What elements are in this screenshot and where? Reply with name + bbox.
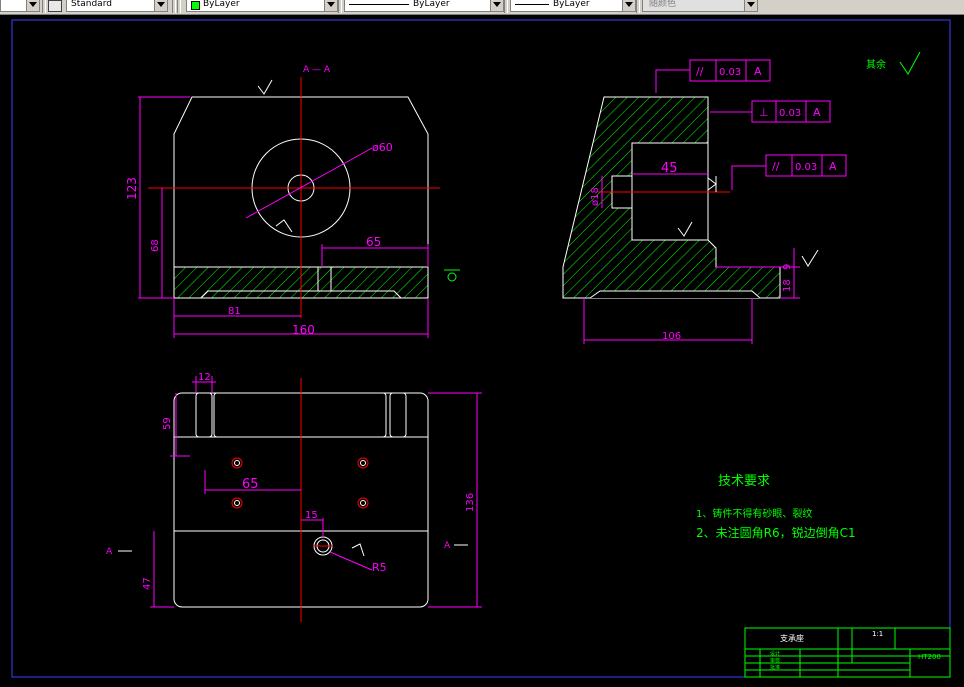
lineweight-value: ByLayer [553,0,590,9]
color-swatch-icon [191,1,200,10]
title-scale: 1:1 [872,630,883,638]
dim-diameter-60: ø60 [372,141,393,154]
layer-state-dropdown[interactable] [0,0,40,12]
tech-req-item-2: 2、未注圆角R6，锐边倒角C1 [696,525,856,540]
tech-req-title: 技术要求 [718,474,770,489]
chevron-down-icon[interactable] [622,0,635,11]
linetype-value: ByLayer [413,0,450,9]
chevron-down-icon[interactable] [154,0,167,11]
lineweight-sample-icon [515,4,549,5]
plot-style-value: 随颜色 [649,0,677,9]
plot-style-dropdown[interactable]: 随颜色 [642,0,758,12]
datum-a-marker-icon [444,269,460,282]
color-control-dropdown[interactable]: ByLayer [186,0,338,12]
roughness-symbol-r5-icon [351,543,365,557]
roughness-symbol-boss-icon [275,219,293,233]
title-part-name: 支承座 [780,633,804,643]
front-dimensions [138,96,429,338]
color-value: ByLayer [203,0,240,9]
title-approver: 批准 [770,664,780,671]
tol2-value: 0.03 [779,108,801,119]
chevron-down-icon[interactable] [26,0,39,11]
linetype-control-dropdown[interactable]: ByLayer [344,0,504,12]
dim-81: 81 [228,306,241,317]
roughness-symbol-top-icon [257,79,273,95]
text-style-icon[interactable] [48,0,62,12]
lineweight-control-dropdown[interactable]: ByLayer [510,0,636,12]
top-centerlines [300,378,333,622]
dim-r5: R5 [372,561,387,574]
dim-106: 106 [662,331,681,342]
roughness-other-note: 其余 [866,51,921,75]
tol1-symbol: // [696,65,704,78]
tol1-value: 0.03 [719,67,741,78]
title-material: HT200 [918,653,941,661]
roughness-symbol-hole-icon [707,176,717,192]
section-mark-left: A [106,547,113,557]
dim-15: 15 [305,510,318,521]
tol3-value: 0.03 [795,162,817,173]
dim-65-holes: 65 [242,477,259,492]
text-style-value: Standard [71,0,112,9]
section-mark-right: A [444,541,451,551]
dim-59: 59 [162,417,173,430]
tol3-symbol: // [772,160,780,173]
roughness-symbol-step-icon [801,249,819,267]
dim-9: 9 [782,264,793,270]
technical-requirements: 技术要求 1、铸件不得有砂眼、裂纹 2、未注圆角R6，锐边倒角C1 [696,474,856,540]
tol2-symbol: ⊥ [759,106,769,119]
section-label-top: A — A [303,65,331,75]
dim-18: 18 [782,279,793,292]
tol3-datum: A [829,160,837,173]
chevron-down-icon[interactable] [324,0,337,11]
roughness-check-icon [899,51,921,75]
dim-136: 136 [465,493,476,512]
dim-offset-65: 65 [366,235,381,249]
tol1-datum: A [754,65,762,78]
dim-45: 45 [661,161,678,176]
dim-width-160: 160 [292,323,315,337]
section-cut-marks: A A [106,541,468,557]
dim-height-123: 123 [125,177,139,200]
dim-height-68: 68 [150,239,161,252]
title-designer: 设计 [770,650,780,657]
chevron-down-icon[interactable] [490,0,503,11]
properties-toolbar: Standard ByLayer ByLayer ByLayer 随颜色 [0,0,964,15]
linetype-sample-icon [349,4,409,5]
tol2-datum: A [813,106,821,119]
dim-dia-18: ø18 [590,187,601,206]
model-space-canvas[interactable]: A — A ø60 123 68 65 81 160 // 0.03 A ⊥ 0… [0,15,964,687]
top-dimensions [150,376,482,608]
dim-47: 47 [142,577,153,590]
title-checker: 审核 [770,657,780,664]
text-style-dropdown[interactable]: Standard [66,0,168,12]
tech-req-item-1: 1、铸件不得有砂眼、裂纹 [696,507,812,520]
roughness-other-label: 其余 [866,58,886,71]
dim-12: 12 [198,372,211,383]
chevron-down-icon[interactable] [744,0,757,11]
